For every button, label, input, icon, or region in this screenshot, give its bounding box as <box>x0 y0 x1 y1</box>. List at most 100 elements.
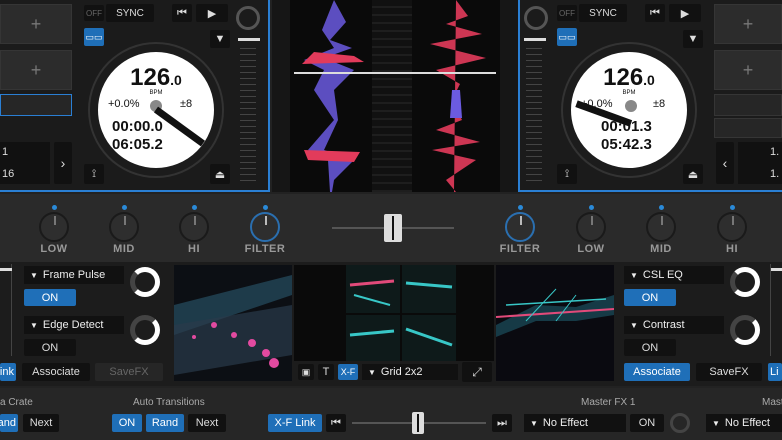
left-hi-label: HI <box>188 243 200 255</box>
auto-transitions-next-button[interactable]: Next <box>188 414 226 432</box>
left-fx2-knob[interactable] <box>130 315 160 345</box>
right-hi-knob[interactable] <box>717 205 747 242</box>
right-play-button[interactable]: ▶ <box>669 4 701 22</box>
master-fx1-select[interactable]: ▼ No Effect <box>524 414 626 432</box>
right-filter-knob[interactable] <box>505 205 535 242</box>
skip-back-icon: ⏮ <box>177 6 187 19</box>
right-pitch-slider[interactable] <box>526 48 542 184</box>
left-fx2-select[interactable]: ▼ Edge Detect <box>24 316 124 334</box>
crate-label: a Crate <box>0 397 33 408</box>
right-hi-label: HI <box>726 243 738 255</box>
image-icon: ▣ <box>301 366 311 377</box>
left-next-arrow-button[interactable]: › <box>54 142 72 184</box>
waveform-area[interactable] <box>272 0 518 192</box>
left-play-button[interactable]: ▶ <box>196 4 228 22</box>
left-dropdown-button[interactable]: ▼ <box>210 30 230 48</box>
right-low-knob[interactable] <box>576 205 606 242</box>
left-pitch-slider[interactable] <box>240 48 256 184</box>
left-link-button[interactable]: Link <box>0 363 16 381</box>
right-sync-button[interactable]: SYNC <box>579 4 627 22</box>
right-fx2-knob[interactable] <box>730 315 760 345</box>
right-cue-button[interactable]: ⏮ <box>645 4 665 22</box>
left-video-preview <box>174 265 292 381</box>
video-xf-button[interactable]: X-F <box>338 364 358 380</box>
right-slot-3[interactable] <box>714 94 782 116</box>
left-mid-label: MID <box>113 243 135 255</box>
video-crossfader-handle[interactable] <box>412 412 424 434</box>
right-jog-platter[interactable]: 126.0 BPM +0.0% ±8 00:01.3 05:42.3 <box>563 44 695 176</box>
left-sample-slot-2[interactable]: + <box>0 50 72 90</box>
left-fx2-on-button[interactable]: ON <box>24 339 76 356</box>
auto-transitions-rand-button[interactable]: Rand <box>146 414 184 432</box>
left-pitch-value: +0.0% <box>108 98 140 110</box>
master-fx1-knob[interactable] <box>670 413 690 433</box>
video-layout-select[interactable]: ▼ Grid 2x2 <box>362 364 458 380</box>
output-preview-button[interactable]: ▣ <box>298 364 314 380</box>
left-fx1-select[interactable]: ▼ Frame Pulse <box>24 266 124 284</box>
left-fader-strip[interactable] <box>0 264 12 356</box>
left-fx1-on-button[interactable]: ON <box>24 289 76 306</box>
left-filter-knob[interactable] <box>250 205 280 242</box>
crate-rand-button[interactable]: Rand <box>0 414 18 432</box>
left-cue-button[interactable]: ⏮ <box>172 4 192 22</box>
skip-back-icon: ⏮ <box>650 6 660 19</box>
right-off-button[interactable]: OFF <box>557 5 577 21</box>
left-waveform-graphic <box>302 0 364 192</box>
master-fx1-on-button[interactable]: ON <box>630 414 664 432</box>
right-savefx-button[interactable]: SaveFX <box>696 363 762 381</box>
right-mid-knob[interactable] <box>646 205 676 242</box>
right-dropdown-button[interactable]: ▼ <box>683 30 703 48</box>
left-jog-platter[interactable]: 126.0 BPM +0.0% ±8 00:00.0 06:05.2 <box>90 44 222 176</box>
left-sample-slot-1[interactable]: + <box>0 4 72 44</box>
right-fx2-on-button[interactable]: ON <box>624 339 676 356</box>
left-savefx-button[interactable]: SaveFX <box>95 363 163 381</box>
right-fader-strip[interactable] <box>770 264 782 356</box>
video-crossfader-right-button[interactable]: ⏭ <box>492 414 512 432</box>
right-slot-4[interactable] <box>714 118 782 138</box>
eject-icon: ⏏ <box>687 168 699 181</box>
right-fx1-knob[interactable] <box>730 267 760 297</box>
right-video-preview <box>496 265 614 381</box>
left-low-knob[interactable] <box>39 205 69 242</box>
left-mid-knob[interactable] <box>109 205 139 242</box>
right-link-button[interactable]: Li <box>768 363 782 381</box>
right-loop-button[interactable]: ▭▭ <box>557 28 577 46</box>
auto-transitions-on-button[interactable]: ON <box>112 414 142 432</box>
left-loop-button[interactable]: ▭▭ <box>84 28 104 46</box>
text-overlay-button[interactable]: T <box>318 364 334 380</box>
right-fx1-on-button[interactable]: ON <box>624 289 676 306</box>
right-fx-icon-button[interactable]: ⟟ <box>557 164 577 184</box>
left-fx-icon-button[interactable]: ⟟ <box>84 164 104 184</box>
right-elapsed-time: 00:01.3 <box>601 118 652 135</box>
left-hi-knob[interactable] <box>179 205 209 242</box>
right-pitch-knob[interactable] <box>524 6 548 30</box>
crossfader-handle[interactable] <box>384 214 402 242</box>
fullscreen-button[interactable]: ⤢ <box>462 362 492 382</box>
right-filter-label: FILTER <box>499 243 541 255</box>
left-pitch-knob[interactable] <box>236 6 260 30</box>
left-off-button[interactable]: OFF <box>84 5 104 21</box>
loop-icon: ▭▭ <box>558 31 576 42</box>
right-sample-slot-1[interactable]: + <box>714 4 782 44</box>
right-associate-button[interactable]: Associate <box>624 363 690 381</box>
crate-next-button[interactable]: Next <box>23 414 59 432</box>
triangle-down-icon: ▼ <box>630 320 638 330</box>
right-pitch-bar <box>524 38 546 41</box>
left-sync-button[interactable]: SYNC <box>106 4 154 22</box>
video-crossfader-left-button[interactable]: ⏮ <box>326 414 346 432</box>
left-eject-button[interactable]: ⏏ <box>210 164 230 184</box>
right-sample-slot-2[interactable]: + <box>714 50 782 90</box>
right-fx1-select[interactable]: ▼ CSL EQ <box>624 266 724 284</box>
left-selected-slot[interactable] <box>0 94 72 116</box>
waveform-frame-left <box>272 0 290 192</box>
plus-icon: + <box>30 13 42 34</box>
right-fx2-select[interactable]: ▼ Contrast <box>624 316 724 334</box>
right-prev-arrow-button[interactable]: ‹ <box>716 142 734 184</box>
right-eject-button[interactable]: ⏏ <box>683 164 703 184</box>
left-remaining-time: 06:05.2 <box>112 136 163 153</box>
xf-link-button[interactable]: X-F Link <box>268 414 322 432</box>
master-fx2-select[interactable]: ▼ No Effect <box>706 414 782 432</box>
plus-icon: + <box>30 59 42 80</box>
left-associate-button[interactable]: Associate <box>22 363 90 381</box>
left-fx1-knob[interactable] <box>130 267 160 297</box>
